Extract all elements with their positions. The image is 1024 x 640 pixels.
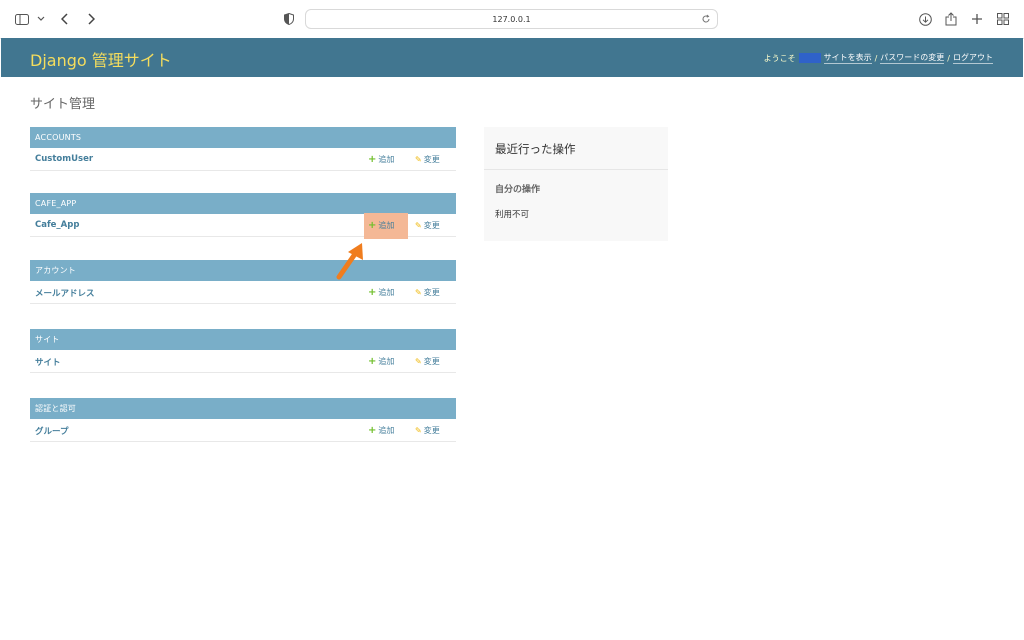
change-label: 変更 xyxy=(423,357,440,366)
module-caption[interactable]: アカウント xyxy=(30,260,456,281)
page-title: サイト管理 xyxy=(30,97,96,112)
url-text: 127.0.0.1 xyxy=(492,14,531,24)
address-bar[interactable]: 127.0.0.1 xyxy=(305,9,718,29)
pencil-icon: ✎ xyxy=(415,221,422,230)
download-icon[interactable] xyxy=(918,9,932,29)
app-module-cafe-app: CAFE_APP Cafe_App + 追加 ✎ 変更 xyxy=(30,193,456,239)
recent-actions-panel: 最近行った操作 自分の操作 利用不可 xyxy=(484,127,668,241)
change-label: 変更 xyxy=(423,155,440,164)
tab-overview-icon[interactable] xyxy=(996,9,1010,29)
change-button[interactable]: ✎ 変更 xyxy=(415,287,440,298)
divider xyxy=(484,169,668,170)
recent-actions-title: 最近行った操作 xyxy=(495,142,576,156)
no-actions-text: 利用不可 xyxy=(495,210,530,220)
add-button[interactable]: + 追加 xyxy=(368,154,394,165)
add-button[interactable]: + 追加 xyxy=(368,287,394,298)
reload-icon[interactable] xyxy=(701,14,711,26)
model-row: CustomUser + 追加 ✎ 変更 xyxy=(30,148,456,171)
my-actions-heading: 自分の操作 xyxy=(495,185,541,195)
user-tools: ようこそ サイトを表示 / パスワードの変更 / ログアウト xyxy=(764,52,993,64)
app-module-account: アカウント メールアドレス + 追加 ✎ 変更 xyxy=(30,260,456,304)
plus-icon: + xyxy=(368,286,377,298)
separator: / xyxy=(947,53,950,63)
plus-icon: + xyxy=(368,219,377,231)
add-label: 追加 xyxy=(378,357,395,366)
pencil-icon: ✎ xyxy=(415,357,422,366)
plus-icon: + xyxy=(368,153,377,165)
app-module-sites: サイト サイト + 追加 ✎ 変更 xyxy=(30,329,456,373)
change-button[interactable]: ✎ 変更 xyxy=(415,356,440,367)
model-link[interactable]: メールアドレス xyxy=(35,287,95,299)
model-row: Cafe_App + 追加 ✎ 変更 xyxy=(30,213,456,239)
change-password-link[interactable]: パスワードの変更 xyxy=(880,52,945,64)
chevron-down-icon[interactable] xyxy=(36,9,46,29)
share-icon[interactable] xyxy=(944,9,958,29)
module-caption[interactable]: ACCOUNTS xyxy=(30,127,456,148)
shield-icon xyxy=(283,9,295,29)
module-caption[interactable]: CAFE_APP xyxy=(30,193,456,214)
annotation-arrow-icon xyxy=(336,243,363,280)
add-button[interactable]: + 追加 xyxy=(368,356,394,367)
welcome-text: ようこそ xyxy=(763,53,796,63)
module-caption[interactable]: サイト xyxy=(30,329,456,350)
admin-header: Django 管理サイト ようこそ サイトを表示 / パスワードの変更 / ログ… xyxy=(1,38,1023,77)
model-row: メールアドレス + 追加 ✎ 変更 xyxy=(30,281,456,304)
change-label: 変更 xyxy=(423,426,440,435)
plus-icon: + xyxy=(368,355,377,367)
forward-icon[interactable] xyxy=(84,9,98,29)
change-button[interactable]: ✎ 変更 xyxy=(415,425,440,436)
browser-toolbar: 127.0.0.1 xyxy=(0,0,1024,39)
add-label: 追加 xyxy=(378,155,395,164)
view-site-link[interactable]: サイトを表示 xyxy=(823,52,872,64)
separator: / xyxy=(874,53,878,63)
change-label: 変更 xyxy=(423,288,440,297)
change-label: 変更 xyxy=(423,221,440,230)
add-label: 追加 xyxy=(378,221,395,230)
change-button[interactable]: ✎ 変更 xyxy=(415,220,440,231)
pencil-icon: ✎ xyxy=(415,288,422,297)
model-link[interactable]: サイト xyxy=(35,356,61,368)
add-label: 追加 xyxy=(378,426,395,435)
pencil-icon: ✎ xyxy=(415,155,422,164)
module-caption[interactable]: 認証と認可 xyxy=(30,398,456,419)
add-button[interactable]: + 追加 xyxy=(368,425,394,436)
model-link[interactable]: Cafe_App xyxy=(35,220,79,230)
model-row: サイト + 追加 ✎ 変更 xyxy=(30,350,456,373)
model-row: グループ + 追加 ✎ 変更 xyxy=(30,419,456,442)
back-icon[interactable] xyxy=(58,9,72,29)
add-label: 追加 xyxy=(378,288,395,297)
sidebar-icon[interactable] xyxy=(14,9,30,29)
plus-icon: + xyxy=(368,424,377,436)
logout-link[interactable]: ログアウト xyxy=(953,52,993,64)
app-module-accounts: ACCOUNTS CustomUser + 追加 ✎ 変更 xyxy=(30,127,456,171)
change-button[interactable]: ✎ 変更 xyxy=(415,154,440,165)
app-module-auth: 認証と認可 グループ + 追加 ✎ 変更 xyxy=(30,398,456,442)
new-tab-icon[interactable] xyxy=(970,9,984,29)
pencil-icon: ✎ xyxy=(415,426,422,435)
site-branding[interactable]: Django 管理サイト xyxy=(30,47,172,71)
model-link[interactable]: CustomUser xyxy=(35,154,93,164)
model-link[interactable]: グループ xyxy=(35,425,69,437)
username-redacted xyxy=(798,53,821,63)
add-button[interactable]: + 追加 xyxy=(368,220,394,231)
